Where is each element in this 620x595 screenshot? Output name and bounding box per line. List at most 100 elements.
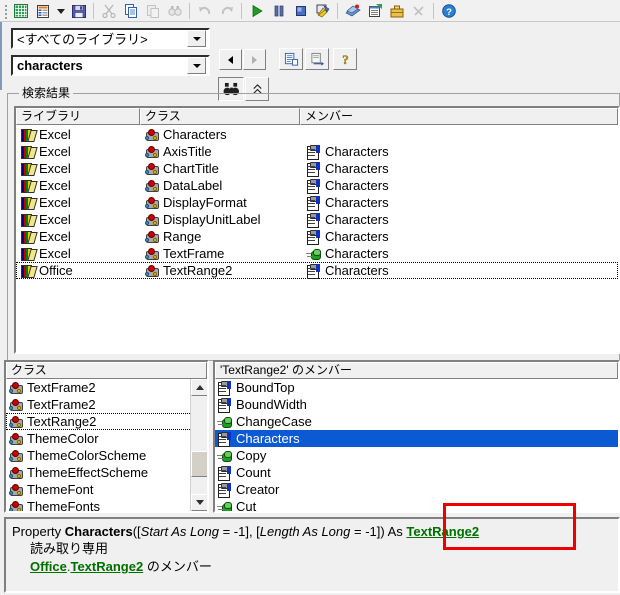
member-of-line: Office.TextRange2 のメンバー: [30, 558, 612, 576]
navigate-back-button[interactable]: [219, 49, 242, 70]
classes-pane[interactable]: クラス TextFrame2 TextFrame2 TextRange2 ThemeC…: [4, 360, 209, 513]
method-icon: [306, 247, 321, 261]
chevron-down-icon[interactable]: [187, 30, 206, 47]
table-row[interactable]: Excel Range Characters: [16, 228, 618, 245]
search-input[interactable]: characters: [11, 55, 210, 76]
member-item-label: Count: [236, 465, 271, 480]
list-item[interactable]: TextFrame2: [6, 396, 192, 413]
class-link[interactable]: TextRange2: [70, 559, 143, 574]
class-icon: [8, 449, 23, 463]
result-member-cell: Characters: [306, 160, 389, 177]
result-member-label: Characters: [325, 229, 389, 244]
search-results-list[interactable]: ライブラリ クラス メンバー Excel Characters Excel AxisT…: [14, 106, 620, 354]
property-icon: [217, 431, 232, 447]
scrollbar-thumb[interactable]: [191, 451, 207, 477]
result-library-cell: Excel: [20, 228, 71, 245]
members-pane[interactable]: 'TextRange2' のメンバー BoundTop BoundWidth Cha…: [213, 360, 620, 513]
toolbox-icon[interactable]: [386, 1, 408, 21]
table-row[interactable]: Office TextRange2 Characters: [16, 262, 618, 279]
signature-keyword: Property: [12, 524, 62, 539]
toolbar-separator: [93, 2, 95, 19]
list-item[interactable]: TextFrame2: [6, 379, 192, 396]
classes-scrollbar[interactable]: [190, 379, 207, 511]
table-row[interactable]: Excel TextFrame Characters: [16, 245, 618, 262]
library-icon: [20, 247, 35, 261]
table-row[interactable]: Excel AxisTitle Characters: [16, 143, 618, 160]
result-library-cell: Excel: [20, 177, 71, 194]
table-row[interactable]: Excel ChartTitle Characters: [16, 160, 618, 177]
list-item[interactable]: ThemeFonts: [6, 498, 192, 511]
find-icon[interactable]: [164, 1, 186, 21]
list-item[interactable]: Characters: [215, 430, 618, 447]
class-item-label: ThemeFont: [27, 482, 94, 497]
property-icon: [306, 229, 321, 245]
list-item[interactable]: Cut: [215, 498, 618, 511]
scroll-down-arrow[interactable]: [191, 494, 207, 511]
insert-module-icon[interactable]: [32, 1, 54, 21]
main-toolbar: ?: [0, 0, 620, 22]
properties-window-icon[interactable]: [364, 1, 386, 21]
list-item[interactable]: BoundTop: [215, 379, 618, 396]
undo-icon[interactable]: [194, 1, 216, 21]
cut-icon[interactable]: [98, 1, 120, 21]
help-button[interactable]: ?: [333, 48, 357, 70]
scroll-up-arrow[interactable]: [191, 379, 207, 396]
break-icon[interactable]: [268, 1, 290, 21]
list-item[interactable]: BoundWidth: [215, 396, 618, 413]
property-icon: [306, 212, 321, 228]
table-row[interactable]: Excel Characters: [16, 126, 618, 143]
paste-icon[interactable]: [142, 1, 164, 21]
property-icon: [217, 380, 232, 396]
property-icon: [217, 397, 232, 413]
copy-to-clipboard-button[interactable]: [279, 48, 303, 70]
list-item[interactable]: TextRange2: [6, 413, 192, 430]
search-results-label: 検索結果: [19, 86, 74, 100]
member-item-label: Creator: [236, 482, 280, 497]
design-mode-icon[interactable]: [312, 1, 334, 21]
list-item[interactable]: Count: [215, 464, 618, 481]
run-icon[interactable]: [246, 1, 268, 21]
view-excel-icon[interactable]: [10, 1, 32, 21]
table-row[interactable]: Excel DisplayFormat Characters: [16, 194, 618, 211]
help-icon[interactable]: ?: [438, 1, 460, 21]
column-header-class[interactable]: クラス: [140, 108, 300, 125]
redo-icon[interactable]: [216, 1, 238, 21]
signature-param-1: Start As Long: [140, 524, 219, 539]
list-item[interactable]: Copy: [215, 447, 618, 464]
result-member-label: Characters: [325, 246, 389, 261]
chevron-down-icon[interactable]: [187, 57, 206, 74]
library-icon: [20, 162, 35, 176]
table-row[interactable]: Excel DisplayUnitLabel Characters: [16, 211, 618, 228]
return-type-link[interactable]: TextRange2: [406, 524, 479, 539]
result-library-cell: Excel: [20, 194, 71, 211]
list-item[interactable]: ThemeFont: [6, 481, 192, 498]
members-pane-header: 'TextRange2' のメンバー: [215, 362, 618, 379]
insert-dropdown-icon[interactable]: [54, 1, 68, 21]
library-icon: [20, 179, 35, 193]
project-explorer-icon[interactable]: [342, 1, 364, 21]
list-item[interactable]: Creator: [215, 481, 618, 498]
signature-open-paren: ([: [132, 524, 141, 539]
column-header-library[interactable]: ライブラリ: [16, 108, 140, 125]
save-icon[interactable]: [68, 1, 90, 21]
result-library-cell: Excel: [20, 126, 71, 143]
list-item[interactable]: ThemeColor: [6, 430, 192, 447]
list-item[interactable]: ThemeColorScheme: [6, 447, 192, 464]
class-icon: [144, 145, 159, 159]
navigate-forward-button[interactable]: [243, 49, 266, 70]
copy-icon[interactable]: [120, 1, 142, 21]
svg-text:?: ?: [342, 52, 349, 67]
member-item-label: BoundWidth: [236, 397, 307, 412]
class-item-label: ThemeEffectScheme: [27, 465, 149, 480]
column-header-member[interactable]: メンバー: [300, 108, 618, 125]
library-link[interactable]: Office: [30, 559, 67, 574]
table-row[interactable]: Excel DataLabel Characters: [16, 177, 618, 194]
list-item[interactable]: ThemeEffectScheme: [6, 464, 192, 481]
library-combo[interactable]: <すべてのライブラリ>: [11, 28, 210, 49]
toolbar-grip[interactable]: [2, 2, 10, 20]
object-browser-icon[interactable]: [408, 1, 430, 21]
list-item[interactable]: ChangeCase: [215, 413, 618, 430]
result-library-label: Excel: [39, 161, 71, 176]
view-definition-button[interactable]: [305, 48, 329, 70]
reset-icon[interactable]: [290, 1, 312, 21]
